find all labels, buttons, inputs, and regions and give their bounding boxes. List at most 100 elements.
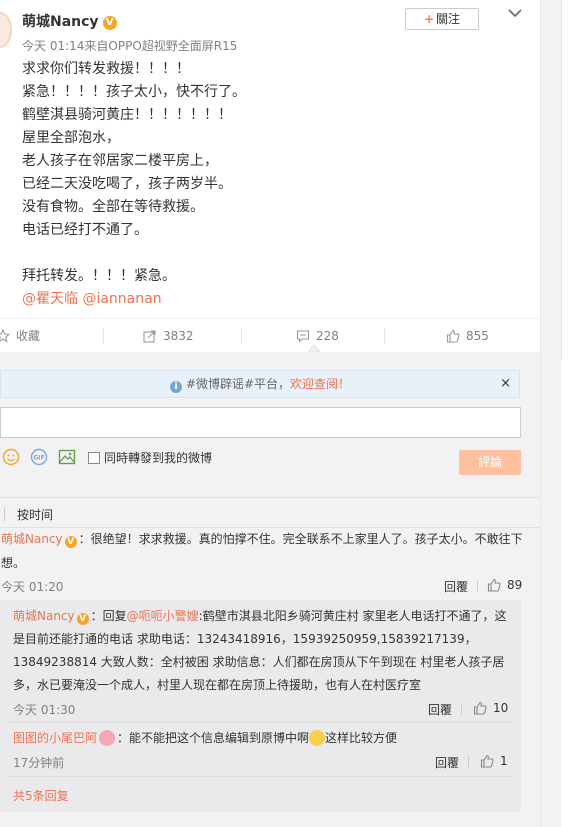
mention-line: @瞿天临 @iannanan	[22, 288, 522, 311]
thumb-up-icon	[473, 701, 487, 715]
sync-label: 同時轉發到我的微博	[104, 451, 213, 465]
submit-comment-button[interactable]: 評論	[459, 450, 521, 475]
action-bar: 收藏 3832 228 855	[0, 318, 540, 352]
sub-reply-text: :鹤壁市淇县北阳乡骑河黄庄村 家里老人电话打不通了，这	[198, 609, 507, 623]
notice-text: #微博辟谣#平台，	[185, 377, 291, 391]
repost-button[interactable]: 3832	[143, 319, 194, 353]
sub-reply-like-button[interactable]: 1	[480, 754, 508, 768]
pleading-emoji-icon	[309, 730, 326, 746]
comment-body: 萌城Nancy V ：很绝望！求求救援。真的怕撑不住。完全联系不上家里人了。孩子太小…	[1, 527, 523, 575]
sort-marker	[4, 507, 5, 521]
comment-time: 今天 01:20	[1, 580, 64, 594]
thumb-up-icon	[480, 754, 494, 768]
verified-badge-icon: V	[64, 536, 77, 548]
post-blank-line	[22, 242, 522, 265]
comment-count: 228	[316, 329, 339, 343]
action-separator	[241, 328, 242, 344]
reply-prefix: ：回复	[90, 609, 127, 623]
verified-badge-icon: V	[102, 16, 117, 30]
post-line: 没有食物。全部在等待救援。	[22, 199, 204, 215]
sub-reply-author[interactable]: 图图的小尾巴阿	[13, 731, 97, 745]
sort-by-time-tab[interactable]: 按时间	[17, 506, 53, 523]
comment-text-cont: 想。	[1, 556, 26, 570]
post-line: 鹤壁淇县骑河黄庄！！！！！！！	[22, 107, 232, 123]
page-gutter	[541, 0, 561, 827]
sync-repost-option[interactable]: 同時轉發到我的微博	[88, 449, 212, 466]
reply-button[interactable]: 回覆	[435, 754, 459, 771]
action-separator	[384, 328, 385, 344]
chevron-down-icon[interactable]	[506, 6, 524, 20]
author-name[interactable]: 萌城Nancy	[22, 14, 99, 30]
plus-icon: +	[423, 12, 435, 26]
comment-author[interactable]: 萌城Nancy	[1, 532, 63, 546]
reply-to-user[interactable]: @呃呃小警嫂	[127, 609, 199, 623]
comment-input[interactable]	[0, 407, 521, 438]
sub-reply-like-button[interactable]: 10	[473, 701, 508, 715]
follow-label: 關注	[436, 12, 461, 26]
heart-face-emoji-icon	[99, 730, 116, 746]
action-separator	[103, 328, 104, 344]
post-line: 紧急！！！！孩子太小，快不行了。	[22, 84, 246, 100]
post-line: 拜托转发。！！！紧急。	[22, 268, 176, 284]
sub-reply-text: ：能不能把这个信息编辑到原博中啊	[117, 731, 310, 745]
avatar[interactable]	[0, 12, 12, 48]
sub-reply-author[interactable]: 萌城Nancy	[13, 609, 75, 623]
mention-link[interactable]: @iannanan	[82, 291, 161, 307]
repost-count: 3832	[163, 329, 194, 343]
separator	[461, 703, 462, 715]
comment-like-count: 89	[507, 578, 523, 592]
sub-reply-text: 多，水已要淹没一个成人，村里人现在都在房顶上待援助，也有人在村医疗室	[13, 678, 422, 692]
right-column-edge	[561, 0, 577, 360]
close-icon[interactable]: ×	[500, 371, 511, 397]
star-icon	[0, 328, 11, 343]
gif-label: GIF	[33, 455, 44, 462]
separator	[468, 756, 469, 768]
comment-pointer-icon	[308, 344, 320, 352]
sync-checkbox[interactable]	[88, 452, 100, 464]
reply-button[interactable]: 回覆	[444, 578, 468, 595]
comment-text: ：很绝望！求求救援。真的怕撑不住。完全联系不上家里人了。孩子太小。不敢往下	[78, 532, 523, 546]
verified-badge-icon: V	[76, 613, 89, 625]
sub-reply-like-count: 1	[500, 754, 508, 768]
repost-icon	[143, 330, 156, 343]
divider	[8, 722, 513, 723]
comment-like-button[interactable]: 89	[487, 578, 522, 592]
post-line: 老人孩子在邻居家二楼平房上，	[22, 153, 218, 169]
like-count: 855	[466, 329, 489, 343]
mention-link[interactable]: @瞿天临	[22, 291, 78, 307]
post-meta: 今天 01:14来自OPPO超视野全面屏R15	[22, 39, 238, 53]
post-line: 屋里全部泡水，	[22, 130, 120, 146]
post-author[interactable]: 萌城Nancy V	[22, 11, 117, 31]
sub-reply-time: 17分钟前	[13, 756, 65, 770]
reply-button[interactable]: 回覆	[428, 701, 452, 718]
notice-link[interactable]: 欢迎查阅！	[290, 377, 350, 391]
smiley-icon[interactable]	[2, 448, 20, 466]
divider	[0, 497, 540, 498]
image-icon[interactable]	[58, 448, 76, 466]
post-line: 电话已经打不通了。	[22, 222, 148, 238]
divider	[8, 776, 513, 777]
sub-reply-text: 是目前还能打通的电话 求助电话：13243418916，15939250959,…	[13, 632, 477, 646]
gif-icon[interactable]: GIF	[30, 448, 48, 466]
sub-reply-body: 图图的小尾巴阿 ：能不能把这个信息编辑到原博中啊 这样比较方便	[13, 727, 518, 750]
sub-reply-time: 今天 01:30	[13, 703, 76, 717]
sub-reply-like-count: 10	[493, 701, 509, 715]
info-icon: i	[169, 381, 182, 393]
like-button[interactable]: 855	[446, 319, 489, 353]
more-replies-link[interactable]: 共5条回复	[13, 787, 69, 804]
thumb-up-icon	[487, 578, 501, 592]
follow-button[interactable]: + 關注	[405, 8, 479, 30]
thumb-up-icon	[446, 329, 460, 343]
post-line: 求求你们转发救援！！！！	[22, 61, 190, 77]
rumor-notice: i #微博辟谣#平台，欢迎查阅！ ×	[0, 370, 520, 398]
post-line: 已经二天没吃喝了，孩子两岁半。	[22, 176, 232, 192]
weibo-post-page: 萌城Nancy V + 關注 今天 01:14来自OPPO超视野全面屏R15 求求你…	[0, 0, 577, 827]
favorite-label: 收藏	[16, 329, 41, 343]
post-text: 求求你们转发救援！！！！ 紧急！！！！孩子太小，快不行了。 鹤壁淇县骑河黄庄！！…	[22, 58, 522, 311]
comment-icon	[296, 330, 310, 343]
favorite-button[interactable]: 收藏	[0, 319, 40, 353]
sub-reply-body: 萌城Nancy V ：回复@呃呃小警嫂:鹤壁市淇县北阳乡骑河黄庄村 家里老人电话打不…	[13, 605, 518, 697]
separator	[477, 580, 478, 592]
sub-reply-text: 13849238814 大致人数：全村被困 求助信息：人们都在房顶从下午到现在 …	[13, 655, 505, 669]
sub-reply-text: 这样比较方便	[325, 731, 398, 745]
